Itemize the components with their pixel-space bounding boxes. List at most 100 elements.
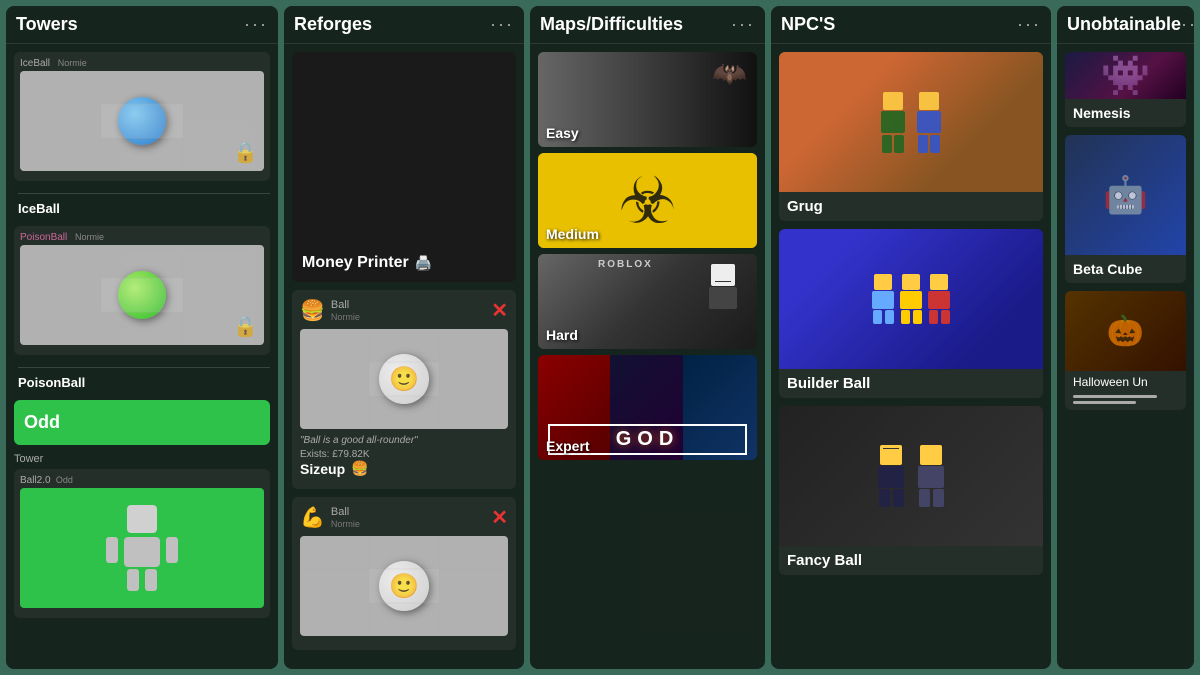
money-printer-card[interactable]: Money Printer 🖨️ bbox=[292, 52, 516, 282]
maps-title: Maps/Difficulties bbox=[540, 14, 683, 35]
printer-icon: 🖨️ bbox=[415, 255, 432, 272]
nemesis-figure: 👾 bbox=[1101, 52, 1151, 99]
halloween-line-1 bbox=[1073, 395, 1157, 398]
reforge-ball-preview-2: 🙂 bbox=[300, 536, 508, 636]
reforges-panel: Reforges ··· Money Printer 🖨️ 🍔 Ball Nor… bbox=[284, 6, 524, 669]
money-printer-label: Money Printer 🖨️ bbox=[302, 254, 432, 272]
reforge-name-2: Ball Normie bbox=[331, 506, 360, 530]
builder-figures bbox=[872, 274, 950, 324]
roblox-text: ROBLOX bbox=[598, 259, 653, 270]
towers-menu-icon[interactable]: ··· bbox=[244, 14, 268, 35]
unobtainable-panel: Unobtainable ··· 👾 Nemesis 🤖 Beta Cube bbox=[1057, 6, 1194, 669]
tower-section-label: Tower bbox=[14, 453, 270, 465]
reforge-item-1[interactable]: 🍔 Ball Normie ✕ 🙂 "Ball is a good all-ro… bbox=[292, 290, 516, 489]
reforges-title: Reforges bbox=[294, 14, 372, 35]
ball2-label: Ball2.0 Odd bbox=[20, 475, 264, 486]
towers-header: Towers ··· bbox=[6, 6, 278, 44]
poisonball-name-display: PoisonBall bbox=[14, 363, 270, 400]
reforges-header: Reforges ··· bbox=[284, 6, 524, 44]
npc-fancyball-card[interactable]: Fancy Ball bbox=[779, 406, 1043, 575]
reforges-menu-icon[interactable]: ··· bbox=[490, 14, 514, 35]
robot-figure bbox=[106, 505, 178, 591]
maps-panel: Maps/Difficulties ··· 🦇 Easy ☣ Medium bbox=[530, 6, 765, 669]
halloween-name: Halloween Un bbox=[1065, 371, 1186, 393]
unobtainable-title: Unobtainable bbox=[1067, 14, 1181, 35]
betacube-image: 🤖 bbox=[1065, 135, 1186, 255]
maps-header: Maps/Difficulties ··· bbox=[530, 6, 765, 44]
reforges-content: Money Printer 🖨️ 🍔 Ball Normie ✕ 🙂 bbox=[284, 44, 524, 669]
iceball-normie-card[interactable]: IceBall Normie 🔒 bbox=[14, 52, 270, 181]
poisonball-name: PoisonBall bbox=[18, 375, 85, 390]
map-expert-card[interactable]: GOD Expert bbox=[538, 355, 757, 460]
reforge-item2-header: 💪 Ball Normie ✕ bbox=[300, 505, 508, 530]
npcs-menu-icon[interactable]: ··· bbox=[1017, 14, 1041, 35]
towers-content: IceBall Normie 🔒 IceBall PoisonBall N bbox=[6, 44, 278, 669]
unobtainable-header: Unobtainable ··· bbox=[1057, 6, 1194, 44]
towers-title: Towers bbox=[16, 14, 78, 35]
betacube-card[interactable]: 🤖 Beta Cube bbox=[1065, 135, 1186, 283]
reforge-item-2[interactable]: 💪 Ball Normie ✕ 🙂 bbox=[292, 497, 516, 650]
iceball-normie-preview: 🔒 bbox=[20, 71, 264, 171]
poison-lock-icon: 🔒 bbox=[233, 314, 258, 339]
ball2-preview bbox=[20, 488, 264, 608]
halloween-card[interactable]: 🎃 Halloween Un bbox=[1065, 291, 1186, 410]
iceball-label-top: IceBall Normie bbox=[20, 58, 264, 69]
iceball-name-display: IceBall bbox=[14, 189, 270, 226]
towers-panel: Towers ··· IceBall Normie 🔒 IceBall bbox=[6, 6, 278, 669]
builderball-name: Builder Ball bbox=[779, 369, 1043, 398]
poisonball-normie-card[interactable]: PoisonBall Normie 🔒 bbox=[14, 226, 270, 355]
easy-label: Easy bbox=[538, 119, 587, 147]
nemesis-card[interactable]: 👾 Nemesis bbox=[1065, 52, 1186, 127]
lock-icon: 🔒 bbox=[233, 140, 258, 165]
poisonball-normie-preview: 🔒 bbox=[20, 245, 264, 345]
halloween-image: 🎃 bbox=[1065, 291, 1186, 371]
unobtainable-menu-icon[interactable]: ··· bbox=[1181, 14, 1194, 35]
npcs-panel: NPC'S ··· bbox=[771, 6, 1051, 669]
grug-name: Grug bbox=[779, 192, 1043, 221]
biohazard-icon: ☣ bbox=[618, 163, 676, 239]
reforge-name-1: Ball Normie bbox=[331, 299, 360, 323]
map-medium-card[interactable]: ☣ Medium bbox=[538, 153, 757, 248]
maps-menu-icon[interactable]: ··· bbox=[731, 14, 755, 35]
grug-figures bbox=[881, 92, 941, 153]
reforge-ball-preview-1: 🙂 bbox=[300, 329, 508, 429]
maps-content: 🦇 Easy ☣ Medium ROBLOX Hard bbox=[530, 44, 765, 669]
betacube-name: Beta Cube bbox=[1065, 255, 1186, 283]
reforge-icon-2: 💪 bbox=[300, 505, 325, 530]
fancyball-image bbox=[779, 406, 1043, 546]
expert-label: Expert bbox=[538, 432, 598, 460]
odd-banner[interactable]: Odd bbox=[14, 400, 270, 445]
reforge-remove-2[interactable]: ✕ bbox=[491, 505, 508, 530]
odd-label: Odd bbox=[24, 412, 60, 432]
reforge-remove-1[interactable]: ✕ bbox=[491, 298, 508, 323]
npcs-title: NPC'S bbox=[781, 14, 835, 35]
grug-image bbox=[779, 52, 1043, 192]
reforge-icon-1: 🍔 bbox=[300, 298, 325, 323]
iceball-name: IceBall bbox=[18, 201, 60, 216]
halloween-lines bbox=[1065, 393, 1186, 410]
ball2-tower-card[interactable]: Ball2.0 Odd bbox=[14, 469, 270, 618]
npcs-content: Grug bbox=[771, 44, 1051, 669]
nemesis-name: Nemesis bbox=[1065, 99, 1186, 127]
reforge-title-1: Sizeup 🍔 bbox=[300, 460, 508, 477]
map-hard-card[interactable]: ROBLOX Hard bbox=[538, 254, 757, 349]
map-easy-card[interactable]: 🦇 Easy bbox=[538, 52, 757, 147]
betacube-figure: 🤖 bbox=[1103, 174, 1148, 216]
npc-builderball-card[interactable]: Builder Ball bbox=[779, 229, 1043, 398]
medium-label: Medium bbox=[538, 220, 607, 248]
hard-roblox bbox=[709, 264, 737, 309]
fancyball-name: Fancy Ball bbox=[779, 546, 1043, 575]
npc-grug-card[interactable]: Grug bbox=[779, 52, 1043, 221]
reforge-description-1: "Ball is a good all-rounder" bbox=[300, 435, 508, 446]
unobtainable-content: 👾 Nemesis 🤖 Beta Cube 🎃 Halloween Un bbox=[1057, 44, 1194, 669]
reforge-stats-1: Exists: £79.82K bbox=[300, 449, 508, 460]
fancy-figures bbox=[878, 445, 944, 507]
bat-icon: 🦇 bbox=[712, 57, 747, 90]
halloween-icon: 🎃 bbox=[1107, 314, 1144, 349]
builderball-image bbox=[779, 229, 1043, 369]
halloween-line-2 bbox=[1073, 401, 1136, 404]
hard-label: Hard bbox=[538, 321, 586, 349]
nemesis-image: 👾 bbox=[1065, 52, 1186, 99]
npcs-header: NPC'S ··· bbox=[771, 6, 1051, 44]
reforge-item1-header: 🍔 Ball Normie ✕ bbox=[300, 298, 508, 323]
